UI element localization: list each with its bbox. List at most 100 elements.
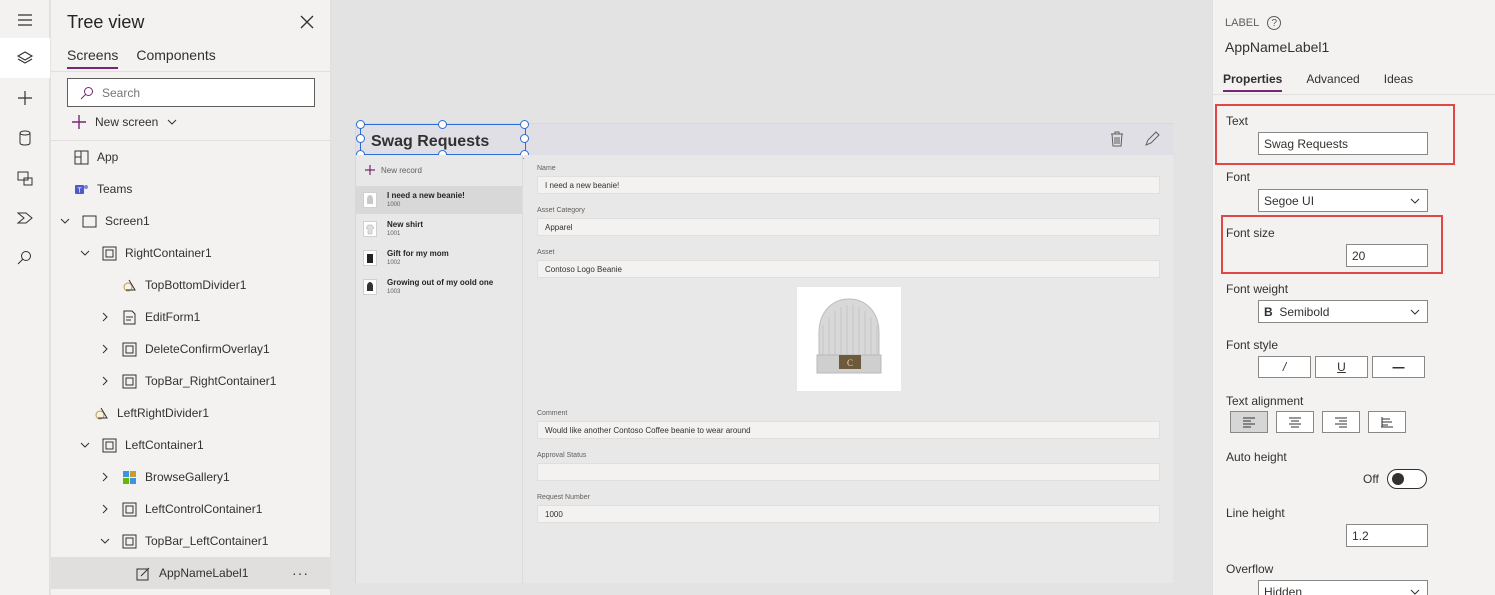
search-icon[interactable]: [0, 238, 50, 278]
name-field[interactable]: I need a new beanie!: [537, 176, 1160, 194]
new-screen-button[interactable]: New screen: [71, 114, 178, 130]
align-left-button[interactable]: [1230, 411, 1268, 433]
tab-properties[interactable]: Properties: [1223, 72, 1283, 92]
divider: [1213, 94, 1495, 95]
tree-item-leftcontrolcontainer1[interactable]: LeftControlContainer1: [51, 493, 331, 525]
tree-item-label: Screen1: [105, 214, 150, 228]
tree-item-leftrightdivider1[interactable]: LeftRightDivider1: [51, 397, 331, 429]
chevron-right-icon[interactable]: [99, 375, 111, 387]
gallery-item-subtitle: 1002: [387, 260, 401, 266]
gallery-icon: [121, 469, 137, 485]
help-icon[interactable]: ?: [1267, 16, 1282, 30]
divider: [51, 71, 331, 72]
chevron-down-icon[interactable]: [79, 247, 91, 259]
chevron-down-icon[interactable]: [59, 215, 71, 227]
tree-item-topbar-rightcontainer1[interactable]: TopBar_RightContainer1: [51, 365, 331, 397]
gallery-item[interactable]: Gift for my mom 1002: [356, 244, 522, 272]
approval-status-field[interactable]: [537, 463, 1160, 481]
tree-item-browsegallery1[interactable]: BrowseGallery1: [51, 461, 331, 493]
align-right-icon: [1335, 417, 1347, 428]
underline-button[interactable]: U: [1315, 356, 1368, 378]
resize-handle[interactable]: [520, 120, 529, 129]
edit-form: Name I need a new beanie! Asset Category…: [524, 155, 1173, 583]
trash-icon[interactable]: [1110, 131, 1124, 147]
tree-tabs: Screens Components: [67, 47, 216, 69]
media-icon[interactable]: [0, 158, 50, 198]
tree-item-appnamelabel1[interactable]: AppNameLabel1 ···: [51, 557, 331, 589]
control-kind: LABEL ?: [1225, 16, 1282, 30]
tree-item-screen1[interactable]: Screen1: [51, 205, 331, 237]
tab-ideas[interactable]: Ideas: [1384, 72, 1413, 92]
form-icon: [121, 309, 137, 325]
tree-item-leftcontainer1[interactable]: LeftContainer1: [51, 429, 331, 461]
hamburger-icon[interactable]: [0, 0, 50, 40]
plus-icon[interactable]: [0, 78, 50, 118]
italic-button[interactable]: /: [1258, 356, 1311, 378]
search-icon: [80, 86, 93, 99]
tree-item-editform1[interactable]: EditForm1: [51, 301, 331, 333]
resize-handle[interactable]: [520, 134, 529, 143]
chevron-down-icon[interactable]: [79, 439, 91, 451]
asset-category-field[interactable]: Apparel: [537, 218, 1160, 236]
tree-item-topbar-leftcontainer1[interactable]: TopBar_LeftContainer1: [51, 525, 331, 557]
toggle-knob: [1391, 473, 1404, 485]
container-icon: [121, 533, 137, 549]
tree-item-teams[interactable]: T Teams: [51, 173, 331, 205]
label-edit-icon: [135, 565, 151, 581]
chevron-right-icon[interactable]: [99, 311, 111, 323]
tab-screens[interactable]: Screens: [67, 47, 119, 69]
gallery-item-title: Gift for my mom: [387, 249, 449, 258]
properties-tabs: Properties Advanced Ideas: [1223, 72, 1413, 92]
gallery-item[interactable]: New shirt 1001: [356, 215, 522, 243]
tree-item-app[interactable]: App: [51, 141, 331, 173]
field-label-name: Name: [537, 165, 556, 172]
chevron-right-icon[interactable]: [99, 471, 111, 483]
resize-handle[interactable]: [356, 120, 365, 129]
auto-height-toggle[interactable]: Off: [1363, 469, 1427, 489]
layers-icon[interactable]: [0, 38, 50, 78]
align-justify-button[interactable]: [1368, 411, 1406, 433]
toggle-track[interactable]: [1386, 469, 1427, 489]
chevron-right-icon[interactable]: [99, 343, 111, 355]
strikethrough-button[interactable]: —: [1372, 356, 1425, 378]
tab-components[interactable]: Components: [136, 47, 215, 69]
chevron-down-icon: [1410, 309, 1420, 315]
font-select[interactable]: Segoe UI: [1258, 189, 1428, 212]
gallery-item[interactable]: Growing out of my oold one 1003: [356, 273, 522, 301]
resize-handle[interactable]: [356, 134, 365, 143]
tree-item-topbottomdivider1[interactable]: TopBottomDivider1: [51, 269, 331, 301]
chevron-down-icon[interactable]: [99, 535, 111, 547]
close-icon[interactable]: [299, 14, 315, 30]
pencil-icon[interactable]: [1144, 131, 1160, 147]
comment-field[interactable]: Would like another Contoso Coffee beanie…: [537, 421, 1160, 439]
control-name[interactable]: AppNameLabel1: [1225, 39, 1329, 55]
tree-item-label: App: [97, 150, 119, 164]
svg-text:C: C: [847, 358, 853, 368]
align-right-button[interactable]: [1322, 411, 1360, 433]
font-weight-select[interactable]: B Semibold: [1258, 300, 1428, 323]
beanie-image: C: [797, 287, 901, 391]
chevron-right-icon[interactable]: [99, 503, 111, 515]
field-label-request-number: Request Number: [537, 494, 590, 501]
tree-item-rightcontainer1[interactable]: RightContainer1: [51, 237, 331, 269]
tab-advanced[interactable]: Advanced: [1306, 72, 1359, 92]
power-automate-icon[interactable]: [0, 198, 50, 238]
new-record-button[interactable]: New record: [364, 164, 422, 176]
more-options-icon[interactable]: ···: [292, 565, 309, 581]
text-property-input[interactable]: Swag Requests: [1258, 132, 1428, 155]
asset-field[interactable]: Contoso Logo Beanie: [537, 260, 1160, 278]
gallery-item[interactable]: I need a new beanie! 1000: [356, 186, 522, 214]
search-input[interactable]: [102, 85, 302, 100]
font-size-input[interactable]: 20: [1346, 244, 1428, 267]
app-name-label[interactable]: Swag Requests: [371, 133, 489, 151]
tree-item-label: TopBar_RightContainer1: [145, 374, 277, 388]
resize-handle[interactable]: [438, 120, 447, 129]
search-box[interactable]: [67, 78, 315, 107]
teams-icon: T: [73, 181, 89, 197]
request-number-field[interactable]: 1000: [537, 505, 1160, 523]
overflow-select[interactable]: Hidden: [1258, 580, 1428, 595]
line-height-input[interactable]: 1.2: [1346, 524, 1428, 547]
database-icon[interactable]: [0, 118, 50, 158]
align-center-button[interactable]: [1276, 411, 1314, 433]
tree-item-deleteconfirmoverlay1[interactable]: DeleteConfirmOverlay1: [51, 333, 331, 365]
